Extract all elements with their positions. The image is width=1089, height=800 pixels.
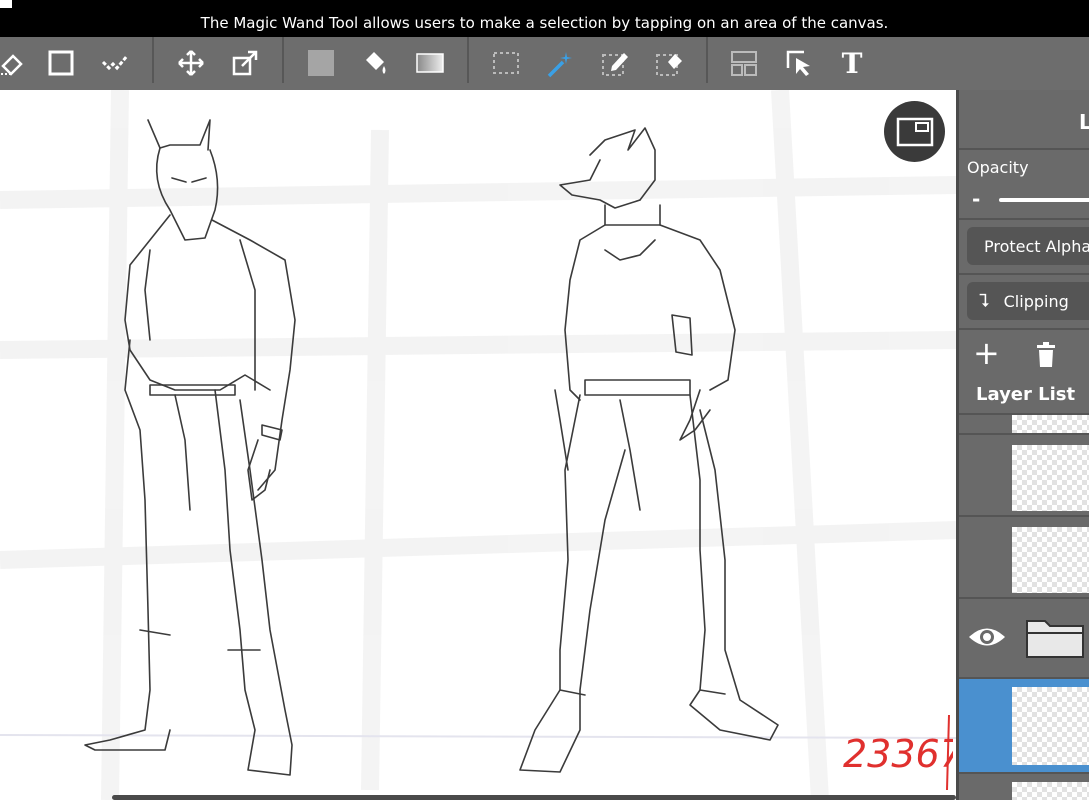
select-pen-icon [602, 53, 628, 76]
toolbar-separator [706, 37, 708, 83]
toolbar-separator [282, 37, 284, 83]
eye-icon[interactable] [967, 624, 1007, 650]
clipping-button[interactable]: ⮧ Clipping [967, 282, 1089, 320]
layer-thumbnail [1012, 415, 1089, 433]
transform-tool[interactable] [227, 45, 263, 81]
opacity-decrease-button[interactable]: - [972, 187, 980, 211]
layer-row[interactable] [959, 772, 1089, 800]
toolbar: T [0, 37, 1089, 90]
select-icon [493, 52, 519, 74]
rect-outline-tool[interactable] [43, 45, 79, 81]
right-figure-sketch [519, 127, 779, 773]
tip-corner [0, 0, 12, 8]
handwritten-number-text: 233671 [843, 732, 953, 776]
layer-thumbnail [1012, 687, 1089, 765]
drawing-canvas[interactable] [0, 90, 956, 800]
protect-alpha-label: Protect Alpha [984, 236, 1089, 256]
layer-thumbnail [1012, 445, 1089, 511]
frame-divider-icon [731, 51, 757, 76]
layer-list-label: Layer List [976, 384, 1076, 405]
layer-thumbnail [1012, 527, 1089, 593]
operation-icon [786, 50, 810, 76]
canvas-artwork [0, 90, 956, 800]
panel-divider [959, 273, 1089, 275]
bucket-icon [366, 52, 386, 74]
eraser-icon [1, 54, 23, 76]
transform-icon [232, 50, 258, 76]
frame-divider-tool[interactable] [726, 45, 762, 81]
layer-row[interactable] [959, 413, 1089, 433]
opacity-label: Opacity [967, 158, 1029, 177]
clipping-label: Clipping [1003, 291, 1069, 311]
panel-divider [959, 328, 1089, 330]
layer-row-selected[interactable] [959, 677, 1089, 772]
tip-bar: The Magic Wand Tool allows users to make… [0, 0, 1089, 37]
layer-thumbnail [1012, 782, 1089, 800]
tip-text: The Magic Wand Tool allows users to make… [200, 14, 889, 32]
fill-color-tool[interactable] [303, 45, 339, 81]
gradient-icon [416, 53, 444, 73]
rect-select-outline-icon [48, 50, 74, 76]
magic-wand-icon [547, 52, 572, 78]
folder-icon [1026, 620, 1084, 658]
select-tool[interactable] [488, 45, 524, 81]
text-tool[interactable]: T [834, 45, 870, 81]
layer-folder-row[interactable] [959, 597, 1089, 677]
handwritten-number: 233671 [843, 715, 953, 790]
window-icon [896, 117, 933, 146]
add-layer-button[interactable]: + [973, 337, 1000, 369]
protect-alpha-button[interactable]: Protect Alpha [967, 227, 1089, 265]
brush-icon [101, 55, 129, 71]
select-eraser-icon [656, 54, 682, 76]
panel-title: L [1079, 110, 1089, 134]
layer-row[interactable] [959, 433, 1089, 515]
move-tool[interactable] [173, 45, 209, 81]
operation-tool[interactable] [781, 45, 817, 81]
layer-row[interactable] [959, 515, 1089, 597]
bucket-tool[interactable] [357, 45, 393, 81]
eraser-tool[interactable] [0, 45, 30, 81]
magic-wand-tool[interactable] [542, 45, 578, 81]
panel-divider [959, 148, 1089, 150]
view-toggle-button[interactable] [884, 101, 945, 162]
fill-color-icon [308, 50, 334, 76]
panel-divider [959, 218, 1089, 220]
text-tool-icon: T [841, 46, 863, 80]
toolbar-separator [152, 37, 154, 83]
opacity-slider[interactable] [999, 198, 1089, 202]
trash-icon[interactable] [1035, 342, 1057, 368]
gradient-tool[interactable] [412, 45, 448, 81]
bottom-scrollbar[interactable] [112, 795, 956, 800]
select-pen-tool[interactable] [597, 45, 633, 81]
toolbar-separator [467, 37, 469, 83]
move-icon [178, 50, 204, 76]
brush-tool[interactable] [96, 45, 132, 81]
clipping-arrow-icon: ⮧ [979, 290, 990, 312]
select-eraser-tool[interactable] [651, 45, 687, 81]
layer-panel: L Opacity - Protect Alpha ⮧ Clipping + L… [956, 90, 1089, 800]
